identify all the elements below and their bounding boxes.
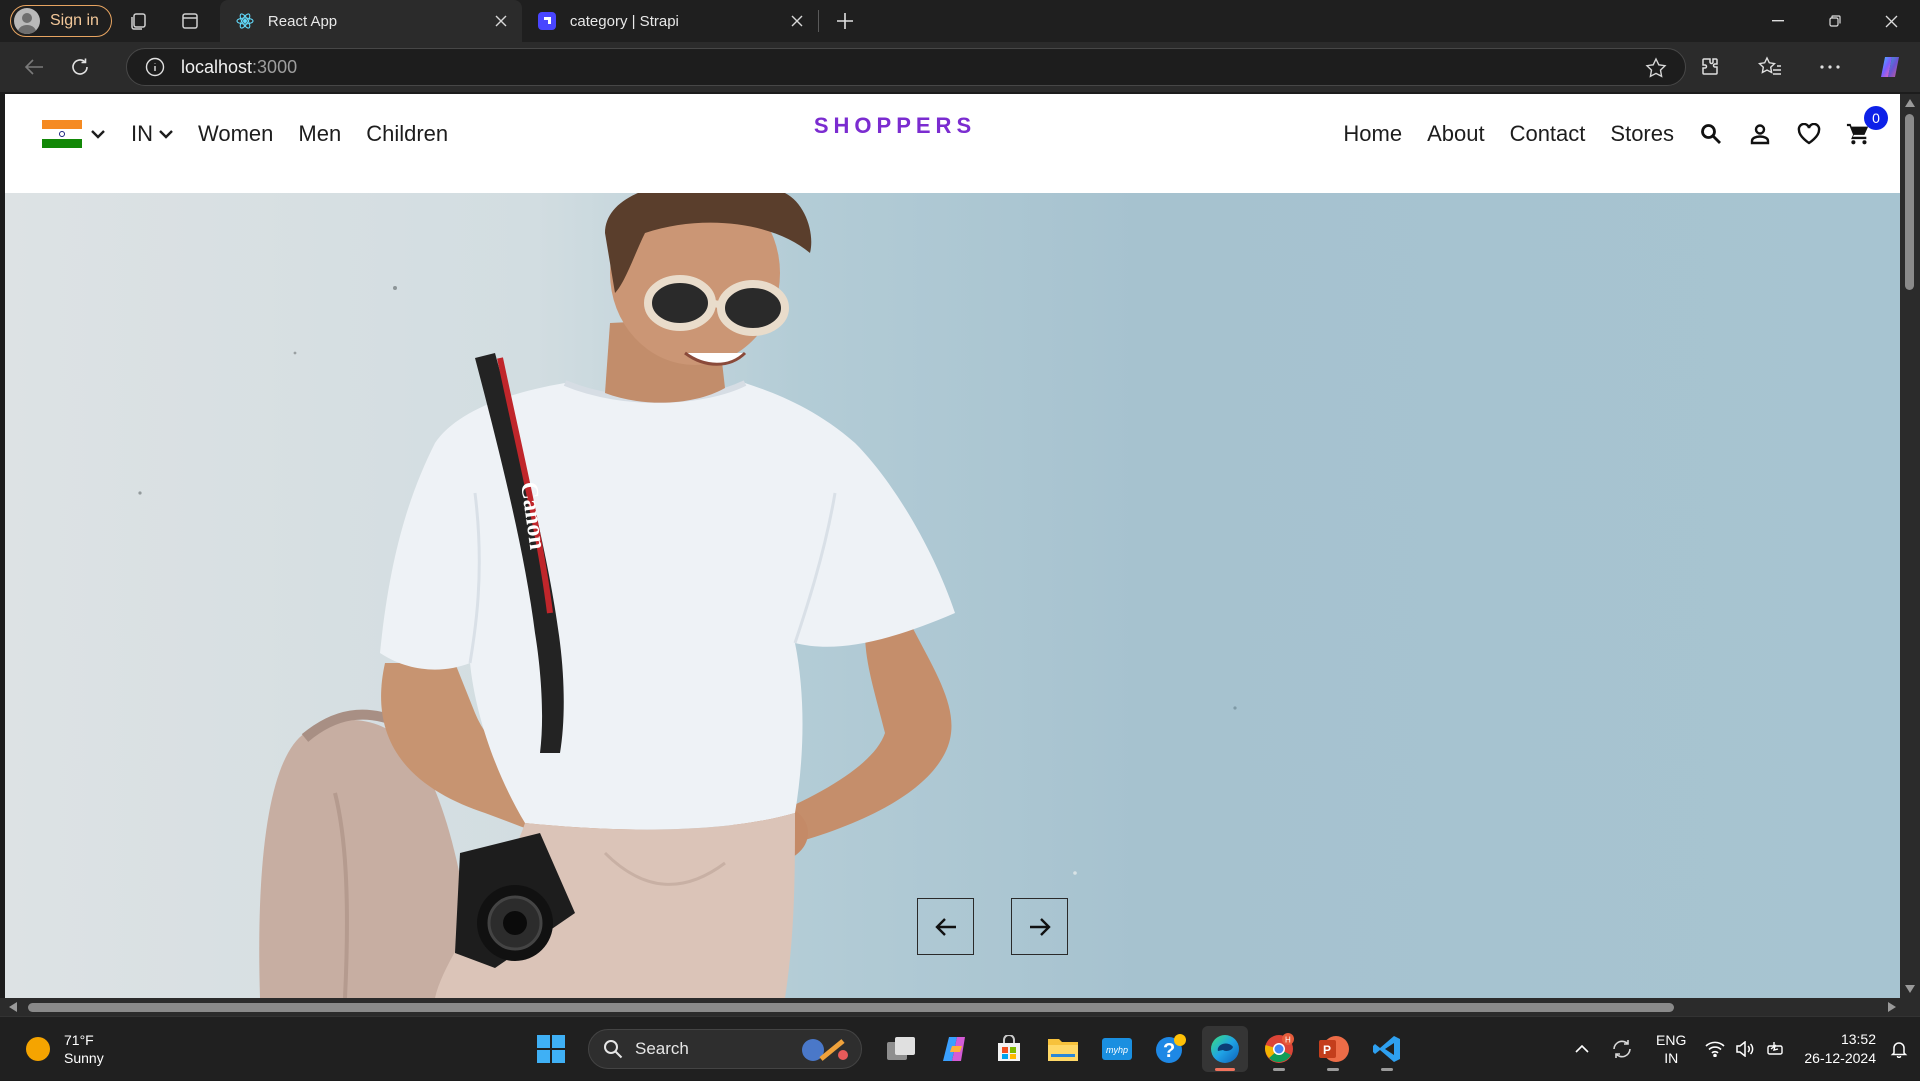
windows-start-icon[interactable] xyxy=(528,1026,574,1072)
sync-icon[interactable] xyxy=(1602,1029,1642,1069)
cart-icon[interactable]: 0 xyxy=(1846,106,1888,146)
address-bar[interactable]: localhost:3000 xyxy=(126,48,1686,86)
tab-title: React App xyxy=(267,12,338,30)
close-tab-icon[interactable] xyxy=(788,12,806,30)
site-info-icon[interactable] xyxy=(145,57,165,77)
restore-icon[interactable] xyxy=(1806,0,1863,42)
get-help-icon[interactable]: ? xyxy=(1148,1026,1194,1072)
sign-in-button[interactable]: Sign in xyxy=(10,5,112,37)
copilot-icon[interactable] xyxy=(1860,42,1920,92)
scroll-down-icon[interactable] xyxy=(1905,985,1915,993)
taskbar-search-box[interactable]: Search xyxy=(588,1029,862,1069)
back-button[interactable] xyxy=(12,47,56,87)
site-header: IN Women Men Children SHOPPERS Home Abou… xyxy=(5,94,1900,193)
favorite-star-icon[interactable] xyxy=(1645,57,1667,79)
tab-title: category | Strapi xyxy=(569,12,679,30)
window-controls xyxy=(1749,0,1920,42)
file-explorer-icon[interactable] xyxy=(1040,1026,1086,1072)
sign-in-label: Sign in xyxy=(50,12,99,29)
refresh-button[interactable] xyxy=(58,47,102,87)
browser-tab-bar: Sign in React App category | Strapi xyxy=(0,0,1920,42)
toolbar-right-actions xyxy=(1680,42,1920,92)
more-options-icon[interactable] xyxy=(1800,42,1860,92)
system-tray: ENG IN 13:52 26-12-2024 xyxy=(1562,1017,1920,1081)
myhp-icon[interactable]: myhp xyxy=(1094,1026,1140,1072)
nav-about[interactable]: About xyxy=(1427,121,1485,147)
hero-image: Canon xyxy=(138,193,1237,998)
volume-icon[interactable] xyxy=(1730,1029,1760,1069)
react-icon xyxy=(236,12,254,30)
nav-contact[interactable]: Contact xyxy=(1510,121,1586,147)
new-tab-icon[interactable] xyxy=(819,0,871,42)
search-icon xyxy=(604,1040,623,1059)
language-indicator[interactable]: ENG IN xyxy=(1656,1031,1686,1067)
clock-date: 26-12-2024 xyxy=(1804,1050,1876,1066)
taskbar-search-label: Search xyxy=(635,1039,689,1058)
edge-browser-icon[interactable] xyxy=(1202,1026,1248,1072)
tab-strapi[interactable]: category | Strapi xyxy=(522,0,818,42)
wishlist-heart-icon[interactable] xyxy=(1797,122,1821,146)
taskbar-apps: Search myhp ? H P xyxy=(524,1025,1414,1073)
nav-home[interactable]: Home xyxy=(1343,121,1402,147)
clock-time: 13:52 xyxy=(1840,1031,1876,1047)
task-view-icon[interactable] xyxy=(878,1026,924,1072)
arrow-left-icon xyxy=(934,917,956,936)
scroll-left-icon[interactable] xyxy=(9,1002,17,1012)
close-tab-icon[interactable] xyxy=(492,12,510,30)
strapi-icon xyxy=(537,12,556,30)
scroll-up-icon[interactable] xyxy=(1905,99,1915,107)
wifi-icon[interactable] xyxy=(1700,1029,1730,1069)
powerpoint-icon[interactable]: P xyxy=(1310,1026,1356,1072)
favorites-icon[interactable] xyxy=(1740,42,1800,92)
hero-slider: Canon xyxy=(5,193,1900,998)
vscode-icon[interactable] xyxy=(1364,1026,1410,1072)
search-highlight-icon xyxy=(802,1039,848,1061)
account-icon[interactable] xyxy=(1748,122,1772,146)
page-viewport: IN Women Men Children SHOPPERS Home Abou… xyxy=(5,94,1900,998)
microsoft-store-icon[interactable] xyxy=(986,1026,1032,1072)
vertical-scrollbar[interactable] xyxy=(1900,94,1920,998)
weather-temp: 71°F xyxy=(64,1032,94,1048)
sunny-weather-icon xyxy=(26,1037,50,1061)
horizontal-scroll-thumb[interactable] xyxy=(28,1003,1674,1012)
svg-text:myhp: myhp xyxy=(1106,1045,1128,1055)
battery-icon[interactable] xyxy=(1760,1029,1790,1069)
language-line2: IN xyxy=(1664,1050,1679,1066)
copilot-app-icon[interactable] xyxy=(932,1026,978,1072)
svg-text:?: ? xyxy=(1163,1040,1175,1062)
slider-prev-button[interactable] xyxy=(917,898,974,955)
notifications-bell-icon[interactable] xyxy=(1886,1029,1912,1069)
horizontal-scrollbar[interactable] xyxy=(0,998,1920,1016)
show-hidden-icons-chevron-icon[interactable] xyxy=(1562,1029,1602,1069)
browser-toolbar: localhost:3000 xyxy=(0,42,1920,92)
tab-react-app[interactable]: React App xyxy=(219,0,522,42)
nav-stores[interactable]: Stores xyxy=(1610,121,1674,147)
close-window-icon[interactable] xyxy=(1863,0,1920,42)
slider-next-button[interactable] xyxy=(1011,898,1068,955)
weather-widget[interactable]: 71°F Sunny xyxy=(26,1031,104,1067)
search-icon[interactable] xyxy=(1699,122,1723,146)
scroll-right-icon[interactable] xyxy=(1888,1002,1896,1012)
header-right: Home About Contact Stores 0 xyxy=(1318,106,1888,159)
cart-count-badge: 0 xyxy=(1864,106,1888,130)
svg-text:H: H xyxy=(1285,1036,1291,1045)
profile-avatar-icon xyxy=(14,8,40,34)
svg-text:P: P xyxy=(1323,1043,1331,1057)
tab-actions-icon[interactable] xyxy=(164,0,216,42)
vertical-scroll-thumb[interactable] xyxy=(1905,114,1914,290)
language-line1: ENG xyxy=(1656,1032,1687,1048)
weather-condition: Sunny xyxy=(64,1050,104,1066)
system-clock[interactable]: 13:52 26-12-2024 xyxy=(1804,1030,1876,1068)
url-port: :3000 xyxy=(252,56,298,77)
arrow-right-icon xyxy=(1029,917,1051,936)
extensions-icon[interactable] xyxy=(1680,42,1740,92)
url-host: localhost xyxy=(181,56,253,77)
workspaces-icon[interactable] xyxy=(112,0,164,42)
chrome-icon[interactable]: H xyxy=(1256,1026,1302,1072)
windows-taskbar: 71°F Sunny Search myhp ? H P ENG IN 13:5… xyxy=(0,1016,1920,1080)
minimize-icon[interactable] xyxy=(1749,0,1806,42)
